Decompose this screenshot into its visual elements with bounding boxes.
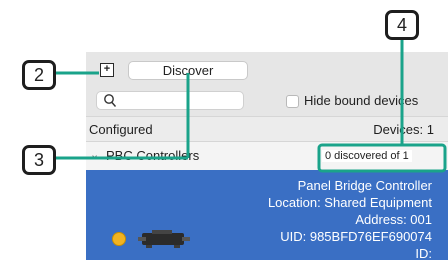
callout-tag-3: 3 [22,145,56,175]
callout-tag-2: 2 [22,60,56,90]
callout-lines [56,40,447,173]
callout-tag-4: 4 [385,10,419,40]
callout-highlight-4 [317,143,447,173]
